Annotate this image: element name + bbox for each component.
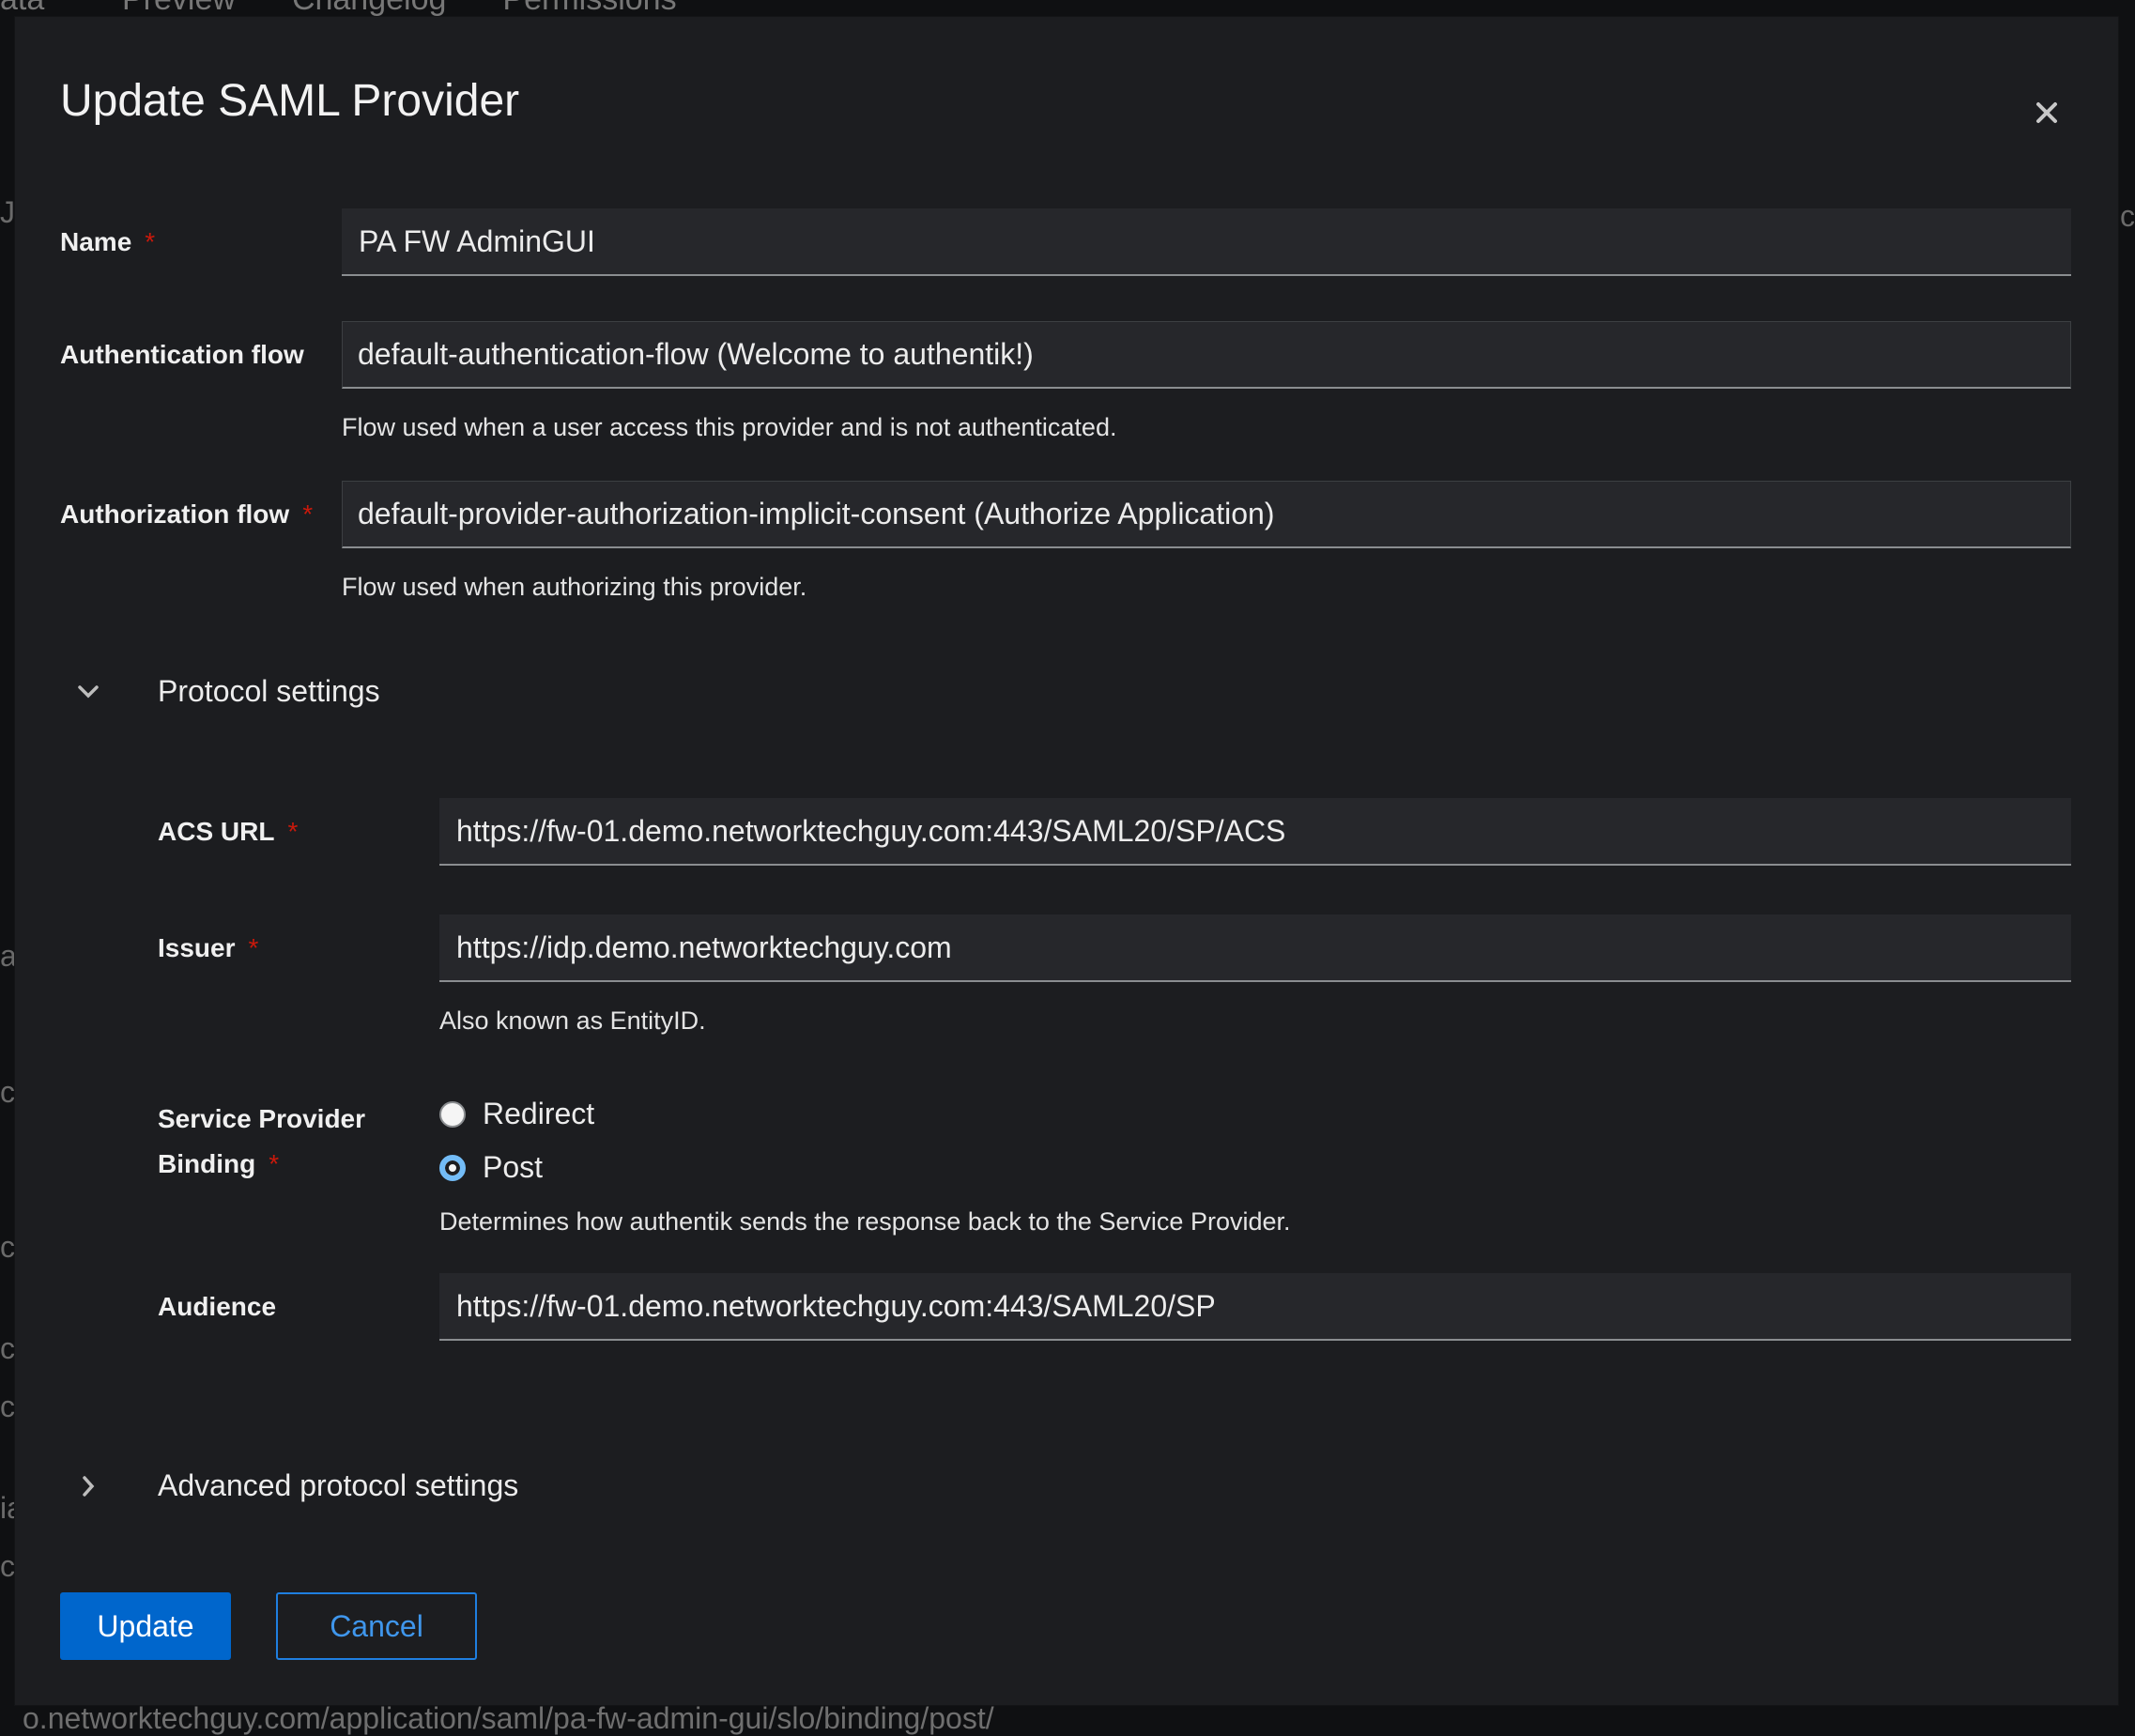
sp-binding-label-line1: Service Provider — [158, 1104, 366, 1133]
authorization-flow-label-text: Authorization flow — [60, 499, 290, 529]
authorization-flow-select[interactable]: default-provider-authorization-implicit-… — [342, 481, 2071, 548]
background-tab-preview: Preview — [122, 0, 236, 19]
radio-button-redirect[interactable] — [439, 1100, 466, 1128]
update-saml-provider-modal: Update SAML Provider Name * PA FW AdminGU… — [15, 17, 2118, 1705]
background-edge-text: c — [0, 1549, 15, 1583]
acs-url-label-text: ACS URL — [158, 817, 275, 846]
authentication-flow-label: Authentication flow — [60, 340, 304, 369]
authentication-flow-select[interactable]: default-authentication-flow (Welcome to … — [342, 321, 2071, 389]
advanced-protocol-settings-toggle[interactable]: Advanced protocol settings — [60, 1468, 518, 1503]
sp-binding-label-line2: Binding — [158, 1149, 256, 1178]
background-tab-permissions: Permissions — [502, 0, 676, 19]
radio-option-post[interactable]: Post — [439, 1150, 543, 1185]
sp-binding-row: Service Provider Binding * Redirect Post … — [158, 1087, 2071, 1256]
name-row: Name * PA FW AdminGUI — [60, 208, 2071, 276]
required-marker: * — [248, 933, 259, 962]
advanced-protocol-settings-label: Advanced protocol settings — [158, 1468, 519, 1502]
authentication-flow-row: Authentication flow default-authenticati… — [60, 321, 2071, 453]
acs-url-label: ACS URL * — [158, 817, 298, 847]
authentication-flow-help: Flow used when a user access this provid… — [342, 413, 1117, 441]
issuer-label: Issuer * — [158, 933, 258, 963]
authorization-flow-label: Authorization flow * — [60, 499, 313, 530]
name-label-text: Name — [60, 227, 132, 256]
name-input[interactable]: PA FW AdminGUI — [342, 208, 2071, 276]
required-marker: * — [145, 227, 156, 256]
background-url-text: o.networktechguy.com/application/saml/pa… — [23, 1701, 994, 1735]
background-tabs: ata Preview Changelog Permissions — [0, 0, 677, 19]
radio-label-post: Post — [483, 1150, 544, 1184]
authorization-flow-help: Flow used when authorizing this provider… — [342, 573, 807, 601]
name-label: Name * — [60, 227, 155, 257]
sp-binding-label: Service Provider Binding * — [158, 1097, 365, 1187]
background-edge-text: c — [0, 1075, 15, 1109]
required-marker: * — [287, 817, 299, 846]
issuer-label-text: Issuer — [158, 933, 236, 962]
required-marker: * — [269, 1149, 280, 1178]
protocol-settings-label: Protocol settings — [158, 674, 380, 708]
authorization-flow-row: Authorization flow * default-provider-aut… — [60, 481, 2071, 612]
issuer-help: Also known as EntityID. — [439, 1006, 706, 1035]
acs-url-input[interactable]: https://fw-01.demo.networktechguy.com:44… — [439, 798, 2071, 866]
background-tab: ata — [0, 0, 47, 19]
background-edge-text: c — [0, 1390, 15, 1423]
radio-option-redirect[interactable]: Redirect — [439, 1097, 594, 1131]
chevron-down-icon — [60, 684, 116, 699]
sp-binding-help: Determines how authentik sends the respo… — [439, 1207, 1291, 1236]
protocol-settings-toggle[interactable]: Protocol settings — [60, 674, 380, 709]
close-icon — [2036, 102, 2057, 123]
update-button[interactable]: Update — [60, 1592, 231, 1660]
modal-title: Update SAML Provider — [60, 76, 520, 126]
background-edge-text: c — [0, 1230, 15, 1264]
cancel-button[interactable]: Cancel — [276, 1592, 477, 1660]
issuer-input[interactable]: https://idp.demo.networktechguy.com — [439, 914, 2071, 982]
radio-button-post[interactable] — [439, 1154, 466, 1181]
background-tab-changelog: Changelog — [292, 0, 446, 19]
audience-input[interactable]: https://fw-01.demo.networktechguy.com:44… — [439, 1273, 2071, 1341]
required-marker: * — [302, 499, 314, 529]
chevron-right-icon — [60, 1475, 116, 1497]
close-button[interactable] — [2028, 94, 2066, 131]
radio-label-redirect: Redirect — [483, 1097, 595, 1130]
issuer-row: Issuer * https://idp.demo.networktechguy.… — [158, 914, 2071, 1046]
audience-label: Audience — [158, 1292, 277, 1321]
audience-row: Audience https://fw-01.demo.networktechg… — [158, 1273, 2071, 1341]
acs-url-row: ACS URL * https://fw-01.demo.networktechg… — [158, 798, 2071, 866]
